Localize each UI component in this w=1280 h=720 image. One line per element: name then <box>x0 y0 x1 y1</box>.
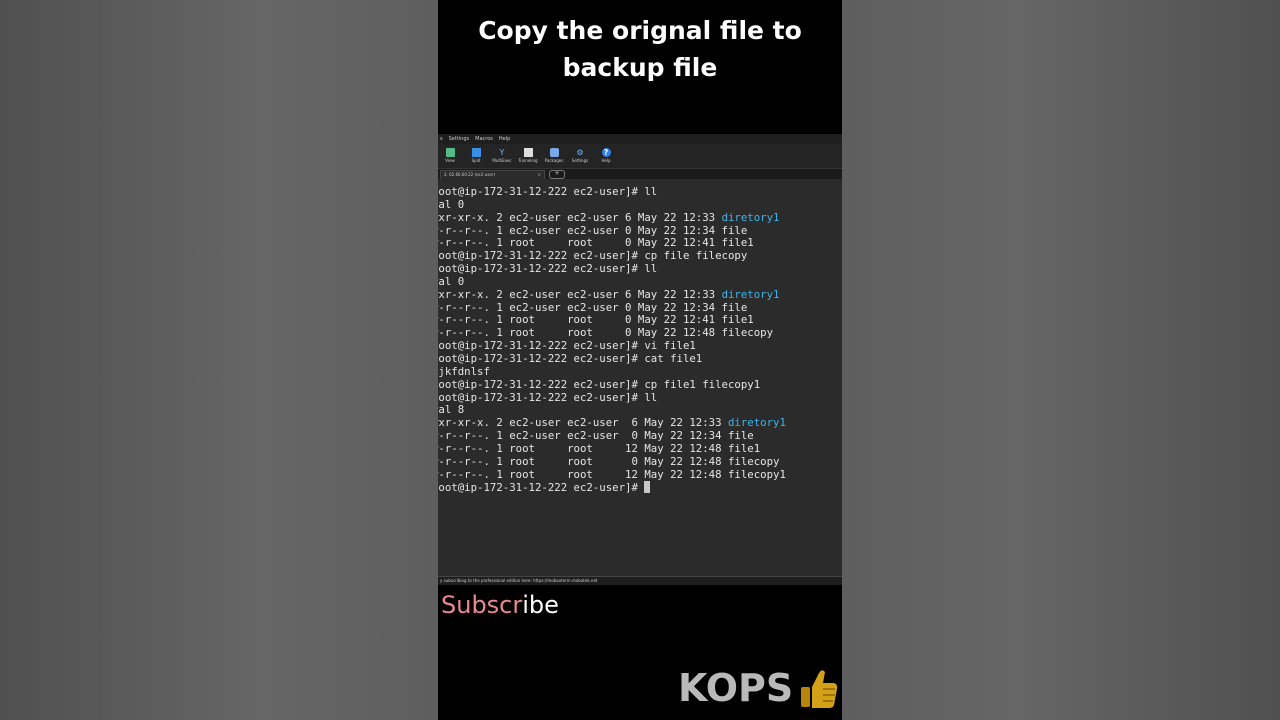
terminal-line-text: tal 8 <box>438 403 465 417</box>
terminal-line: root@ip-172-31-12-222 ec2-user]# ll <box>438 390 786 405</box>
packages-label: Packages <box>544 158 564 163</box>
view-label: View <box>445 158 455 163</box>
title-line-1: Copy the orignal file to <box>478 16 802 45</box>
tunnel-icon <box>523 148 533 157</box>
terminal-line-text: root@ip-172-31-12-222 ec2-user]# <box>438 481 645 495</box>
menu-bar: s Settings Macros Help <box>438 134 842 144</box>
terminal-line: root@ip-172-31-12-222 ec2-user]# ll <box>438 185 786 199</box>
terminal-line-text: root@ip-172-31-12-222 ec2-user]# ll <box>438 262 658 276</box>
multiexec-label: MultiExec <box>492 158 512 163</box>
terminal-line-text: root@ip-172-31-12-222 ec2-user]# ll <box>438 390 658 404</box>
menu-item-macros[interactable]: Macros <box>475 134 493 144</box>
terminal-app-window: s Settings Macros Help View Split Y Mult… <box>438 134 842 585</box>
tunneling-label: Tunneling <box>518 158 538 163</box>
packages-button[interactable]: Packages <box>544 144 564 168</box>
blurred-background-right <box>842 0 1280 720</box>
blurred-background-left <box>0 0 438 720</box>
terminal-line-text: w-r--r--. 1 root root 0 May 22 12:41 fil… <box>438 313 754 327</box>
help-icon: ? <box>601 148 611 157</box>
terminal-line: root@ip-172-31-12-222 ec2-user]# <box>438 481 786 494</box>
terminal-line-text: w-r--r--. 1 root root 0 May 22 12:41 fil… <box>438 236 754 250</box>
terminal-line-text: tal 0 <box>438 197 465 211</box>
split-label: Split <box>471 158 481 163</box>
directory-name: diretory1 <box>727 416 786 430</box>
terminal-line-text: w-r--r--. 1 ec2-user ec2-user 0 May 22 1… <box>438 300 748 314</box>
terminal-line-text: root@ip-172-31-12-222 ec2-user]# vi file… <box>438 339 696 353</box>
terminal-line: root@ip-172-31-12-222 ec2-user]# cat fil… <box>438 351 786 366</box>
help-button[interactable]: ? Help <box>596 144 616 168</box>
help-label: Help <box>601 158 611 163</box>
subscribe-overlay: Subscribe <box>441 587 559 623</box>
split-button[interactable]: Split <box>466 144 486 168</box>
terminal-line-text: w-r--r--. 1 root root 12 May 22 12:48 fi… <box>438 467 786 481</box>
terminal-cursor <box>644 481 651 494</box>
terminal-line-text: root@ip-172-31-12-222 ec2-user]# cat fil… <box>438 351 703 365</box>
close-tab-icon[interactable]: × <box>538 171 541 179</box>
settings-button[interactable]: ⚙ Settings <box>570 144 590 168</box>
thumbs-up-icon <box>801 670 838 708</box>
screen-icon <box>445 148 455 157</box>
terminal-line-text: w-r--r--. 1 ec2-user ec2-user 0 May 22 1… <box>438 429 754 443</box>
status-bar: y subscribing to the professional editio… <box>438 576 842 585</box>
terminal-line-text: tal 0 <box>438 274 465 288</box>
multiexec-button[interactable]: Y MultiExec <box>492 144 512 168</box>
menu-item-partial[interactable]: s <box>440 134 443 144</box>
terminal-line-text: w-r--r--. 1 ec2-user ec2-user 0 May 22 1… <box>438 223 748 237</box>
menu-item-help[interactable]: Help <box>499 134 510 144</box>
terminal-line-text: fjkfdnlsf <box>438 364 490 378</box>
terminal-line-text: wxr-xr-x. 2 ec2-user ec2-user 6 May 22 1… <box>438 210 722 224</box>
gear-icon: ⚙ <box>576 148 584 157</box>
split-icon <box>471 148 481 157</box>
terminal-line: root@ip-172-31-12-222 ec2-user]# ll <box>438 262 786 276</box>
brand-watermark: KOPS <box>678 664 839 712</box>
subscribe-part-1: Subscr <box>441 591 523 619</box>
brand-text: KOPS <box>678 666 794 710</box>
session-tab-label: 2. 62.66.60.22 (ec2-user) <box>444 171 496 177</box>
terminal-line-text: wxr-xr-x. 2 ec2-user ec2-user 6 May 22 1… <box>438 416 728 430</box>
session-tab[interactable]: 2. 62.66.60.22 (ec2-user) × <box>440 169 545 179</box>
view-button[interactable]: View <box>440 144 460 168</box>
terminal-line-text: w-r--r--. 1 root root 12 May 22 12:48 fi… <box>438 441 761 455</box>
terminal-output[interactable]: root@ip-172-31-12-222 ec2-user]# lltal 0… <box>438 180 842 576</box>
tunneling-button[interactable]: Tunneling <box>518 144 538 168</box>
terminal-line: w-r--r--. 1 root root 12 May 22 12:48 fi… <box>438 467 786 482</box>
subscribe-part-2: ibe <box>522 591 559 619</box>
menu-item-settings[interactable]: Settings <box>449 134 470 144</box>
settings-label: Settings <box>571 158 589 163</box>
terminal-line-text: wxr-xr-x. 2 ec2-user ec2-user 6 May 22 1… <box>438 287 722 301</box>
terminal-line-text: root@ip-172-31-12-222 ec2-user]# cp file… <box>438 249 748 263</box>
tab-bar: 2. 62.66.60.22 (ec2-user) × + <box>438 169 842 179</box>
directory-name: diretory1 <box>721 287 780 301</box>
directory-name: diretory1 <box>721 210 780 224</box>
video-frame: Copy the orignal file to backup file s S… <box>438 0 842 720</box>
terminal-text: root@ip-172-31-12-222 ec2-user]# lltal 0… <box>438 185 786 494</box>
packages-icon <box>549 148 559 157</box>
title-line-2: backup file <box>562 53 718 82</box>
terminal-line-text: w-r--r--. 1 root root 0 May 22 12:48 fil… <box>438 326 774 340</box>
terminal-line-text: root@ip-172-31-12-222 ec2-user]# ll <box>438 185 658 198</box>
video-title: Copy the orignal file to backup file <box>438 12 842 86</box>
new-tab-button[interactable]: + <box>549 169 565 179</box>
fork-icon: Y <box>499 148 505 157</box>
terminal-line-text: root@ip-172-31-12-222 ec2-user]# cp file… <box>438 377 761 391</box>
terminal-line-text: w-r--r--. 1 root root 0 May 22 12:48 fil… <box>438 454 780 468</box>
toolbar: View Split Y MultiExec Tunneling Package… <box>438 144 842 169</box>
